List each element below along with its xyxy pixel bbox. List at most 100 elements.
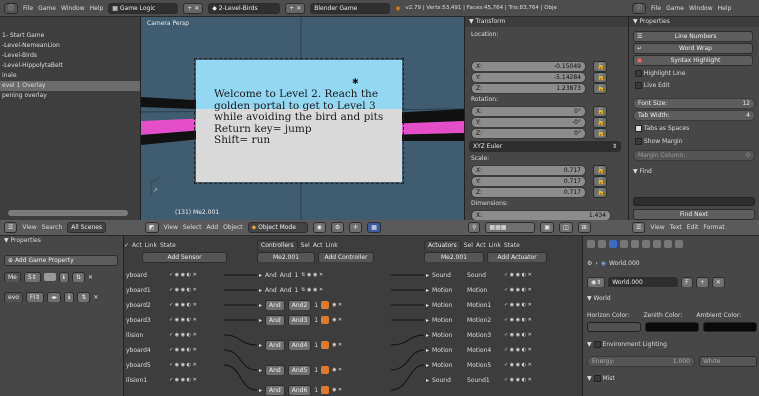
rotation-z-field[interactable]: Z: 0°: [471, 128, 586, 139]
find-input[interactable]: [633, 197, 755, 206]
info-icon[interactable]: ℹ: [64, 292, 75, 302]
line-numbers-toggle[interactable]: ☰ Line Numbers: [633, 31, 753, 42]
render-engine-selector[interactable]: Blender Game: [310, 2, 391, 14]
menu-help[interactable]: Help: [90, 5, 104, 12]
dimensions-x-field[interactable]: X: 1.434: [471, 210, 611, 220]
outliner-item[interactable]: 1- Start Game: [0, 31, 140, 41]
render-icon[interactable]: ▣: [540, 222, 555, 233]
shading-selector[interactable]: ◉: [312, 222, 326, 233]
mist-section[interactable]: ▼ Mist: [587, 374, 615, 384]
menu-window[interactable]: Window: [61, 5, 85, 12]
unlink-world-button[interactable]: ✕: [711, 277, 725, 287]
snap-toggle[interactable]: ⚲: [468, 222, 481, 233]
energy-field[interactable]: Energy: 1.000: [587, 356, 695, 367]
outliner-item-selected[interactable]: evel 1 Overlay: [0, 81, 140, 91]
layout-selector[interactable]: ▦ Game Logic: [108, 2, 179, 14]
scene-selector[interactable]: ◆ 2-Level-Birds: [208, 2, 281, 14]
info-editor-button-right[interactable]: ⓘ: [632, 2, 647, 14]
outliner-item[interactable]: -Level-Birds: [0, 51, 140, 61]
tabs-as-spaces-checkbox[interactable]: Tabs as Spaces: [635, 124, 689, 134]
lock-scale-x[interactable]: 🔓: [593, 165, 607, 176]
property-value-field[interactable]: [43, 273, 56, 281]
word-wrap-toggle[interactable]: ↵ Word Wrap: [633, 43, 753, 54]
location-z-field[interactable]: Z: 1.23873: [471, 83, 586, 94]
lock-scale-z[interactable]: 🔓: [593, 187, 607, 198]
margin-column-field[interactable]: Margin Column: 0: [633, 150, 755, 161]
lock-rotation-z[interactable]: 🔓: [593, 128, 607, 139]
menu-select[interactable]: Select: [183, 224, 202, 231]
outliner-item[interactable]: -Level-HippolytaBelt: [0, 61, 140, 71]
outliner-item[interactable]: pening overlay: [0, 91, 140, 101]
property-type-select[interactable]: Fl⇕: [25, 292, 45, 302]
outliner-item[interactable]: -Level-NemeanLion: [0, 41, 140, 51]
viewport-3d[interactable]: Camera Persp ✱ Welcome to Level 2. Reach…: [141, 17, 464, 220]
world-tab-icon[interactable]: [609, 240, 617, 248]
layer-buttons[interactable]: ▦▦▦: [485, 222, 536, 233]
object-tab-icon[interactable]: [620, 240, 628, 248]
info-icon[interactable]: ℹ: [58, 272, 69, 282]
lock-scale-y[interactable]: 🔓: [593, 176, 607, 187]
menu-file-right[interactable]: File: [651, 5, 661, 12]
outliner-scrollbar[interactable]: [8, 210, 128, 216]
location-x-field[interactable]: X: -0.15049: [471, 61, 586, 72]
world-section-title[interactable]: ▼ World: [587, 294, 611, 304]
scale-z-field[interactable]: Z: 0.717: [471, 187, 586, 198]
menu-format[interactable]: Format: [703, 224, 724, 231]
editor-type-button[interactable]: ☰: [632, 222, 646, 233]
render-tab-icon[interactable]: [587, 240, 595, 248]
texture-tab-icon[interactable]: [664, 240, 672, 248]
move-icon[interactable]: ⇅: [72, 272, 86, 282]
properties-title[interactable]: ▼ Properties: [629, 17, 759, 27]
tab-width-field[interactable]: Tab Width: 4: [633, 110, 755, 121]
outliner-item[interactable]: inale: [0, 71, 140, 81]
font-size-field[interactable]: Font Size: 12: [633, 98, 755, 109]
lock-location-z[interactable]: 🔓: [593, 83, 607, 94]
environment-color-select[interactable]: White: [699, 356, 757, 367]
new-world-button[interactable]: +: [695, 277, 709, 287]
material-tab-icon[interactable]: [653, 240, 661, 248]
menu-game-right[interactable]: Game: [666, 5, 684, 12]
info-editor-button[interactable]: ⓘ: [4, 2, 19, 14]
menu-view[interactable]: View: [650, 224, 664, 231]
menu-file[interactable]: File: [23, 5, 33, 12]
modifier-tab-icon[interactable]: [642, 240, 650, 248]
lock-rotation-x[interactable]: 🔓: [593, 106, 607, 117]
environment-lighting-section[interactable]: ▼ Environment Lighting: [587, 340, 667, 350]
rotation-x-field[interactable]: X: 0°: [471, 106, 586, 117]
world-name-field[interactable]: World.000: [608, 277, 679, 287]
property-type-select[interactable]: S⇕: [23, 272, 41, 282]
syntax-highlight-toggle[interactable]: ◼ Syntax Highlight: [633, 55, 753, 66]
rotation-y-field[interactable]: Y: -0°: [471, 117, 586, 128]
property-value-field[interactable]: ◂▸: [47, 292, 62, 302]
physics-tab-icon[interactable]: [675, 240, 683, 248]
editor-type-button[interactable]: ☰: [4, 222, 18, 233]
layers-widget[interactable]: ▦: [367, 222, 381, 233]
live-edit-checkbox[interactable]: Live Edit: [635, 81, 670, 91]
menu-view[interactable]: View: [164, 224, 178, 231]
find-section-title[interactable]: ▼ Find: [633, 167, 652, 177]
remove-icon[interactable]: ✕: [88, 274, 93, 281]
lock-rotation-y[interactable]: 🔓: [593, 117, 607, 128]
menu-help-right[interactable]: Help: [718, 5, 732, 12]
property-name-field[interactable]: Me: [4, 272, 21, 282]
transform-title[interactable]: ▼ Transform: [465, 17, 628, 27]
ambient-color-swatch[interactable]: [703, 322, 757, 332]
zenith-color-swatch[interactable]: [645, 322, 699, 332]
rotation-mode-select[interactable]: XYZ Euler ⇕: [469, 141, 621, 152]
remove-icon[interactable]: ✕: [93, 294, 98, 301]
show-margin-checkbox[interactable]: Show Margin: [635, 137, 683, 147]
mode-selector[interactable]: ◆ Object Mode: [247, 222, 308, 233]
menu-view[interactable]: View: [22, 224, 36, 231]
menu-add[interactable]: Add: [206, 224, 218, 231]
highlight-line-checkbox[interactable]: Highlight Line: [635, 69, 685, 79]
menu-object[interactable]: Object: [223, 224, 243, 231]
location-y-field[interactable]: Y: -5.14284: [471, 72, 586, 83]
lock-location-y[interactable]: 🔓: [593, 72, 607, 83]
manipulator-toggle[interactable]: ✛: [349, 222, 363, 233]
menu-game[interactable]: Game: [38, 5, 56, 12]
menu-text[interactable]: Text: [670, 224, 682, 231]
menu-search[interactable]: Search: [42, 224, 63, 231]
menu-edit[interactable]: Edit: [687, 224, 699, 231]
property-name-field[interactable]: evo: [4, 292, 23, 302]
grid-icon[interactable]: ⊞: [577, 222, 591, 233]
